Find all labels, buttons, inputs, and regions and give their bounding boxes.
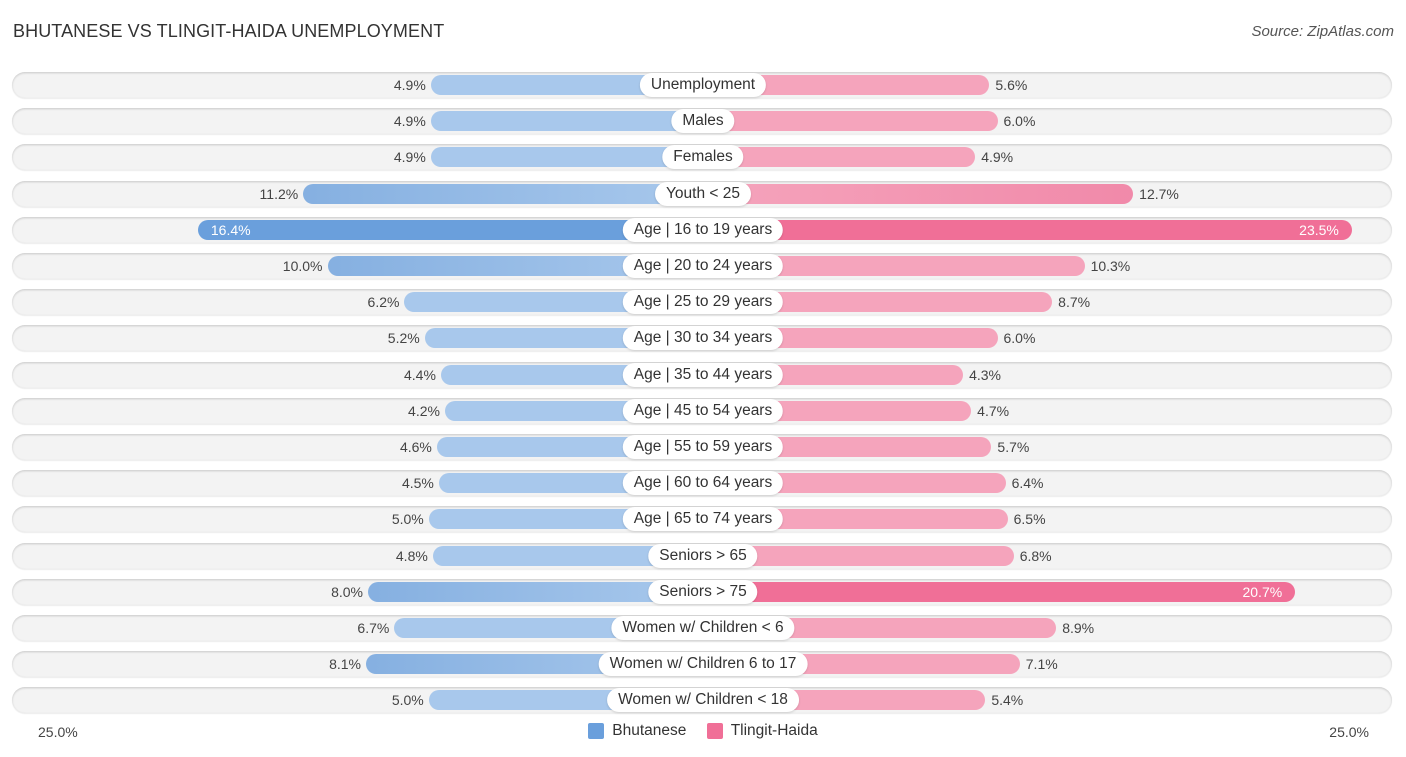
category-label: Females	[662, 145, 744, 170]
value-label-bhutanese: 4.9%	[393, 77, 426, 93]
bar-tlingit-haida[interactable]	[703, 183, 1134, 204]
bar-tlingit-haida[interactable]	[703, 147, 976, 168]
category-label: Seniors > 65	[648, 543, 758, 568]
value-label-bhutanese: 4.9%	[393, 149, 426, 166]
bar-bhutanese[interactable]	[303, 183, 703, 204]
legend-label-tlingit-haida: Tlingit-Haida	[730, 722, 818, 739]
bar-tlingit-haida[interactable]	[703, 581, 1296, 602]
category-label: Age | 65 to 74 years	[622, 507, 784, 532]
category-label: Unemployment	[639, 73, 767, 97]
category-label: Age | 30 to 34 years	[622, 326, 784, 351]
value-label-tlingit-haida: 12.7%	[1139, 185, 1179, 202]
value-label-tlingit-haida: 20.7%	[1242, 583, 1283, 600]
value-label-bhutanese: 16.4%	[210, 221, 251, 238]
category-label: Women w/ Children < 18	[607, 688, 799, 713]
value-label-bhutanese: 5.2%	[387, 330, 420, 347]
value-label-bhutanese: 5.0%	[391, 692, 424, 709]
value-label-tlingit-haida: 8.7%	[1058, 294, 1091, 311]
value-label-tlingit-haida: 4.3%	[969, 366, 1001, 383]
category-label: Youth < 25	[655, 181, 751, 206]
legend-label-bhutanese: Bhutanese	[612, 722, 687, 739]
category-label: Women w/ Children 6 to 17	[598, 652, 808, 677]
value-label-tlingit-haida: 8.9%	[1062, 620, 1095, 636]
category-label: Age | 25 to 29 years	[622, 290, 784, 315]
value-label-bhutanese: 4.5%	[401, 475, 434, 492]
value-label-tlingit-haida: 4.9%	[981, 149, 1014, 166]
category-label: Age | 60 to 64 years	[622, 471, 784, 496]
value-label-tlingit-haida: 23.5%	[1299, 221, 1339, 238]
legend-item-tlingit-haida[interactable]: Tlingit-Haida	[706, 722, 818, 740]
value-label-tlingit-haida: 6.5%	[1013, 511, 1046, 528]
diverging-bar-chart: 4.9% 5.6% Unemployment 4.9% 6.0% Males 4.9% 4.9…	[0, 0, 1406, 757]
value-label-tlingit-haida: 7.1%	[1025, 656, 1058, 673]
value-label-bhutanese: 4.9%	[393, 113, 426, 130]
category-label: Age | 35 to 44 years	[622, 362, 784, 387]
value-label-bhutanese: 4.4%	[403, 366, 436, 383]
legend-swatch-bhutanese	[588, 723, 605, 739]
value-label-bhutanese: 5.0%	[391, 511, 424, 528]
bar-bhutanese[interactable]	[430, 111, 703, 132]
value-label-tlingit-haida: 6.8%	[1019, 547, 1052, 564]
value-label-bhutanese: 11.2%	[259, 185, 299, 202]
category-label: Seniors > 75	[648, 579, 758, 604]
bar-tlingit-haida[interactable]	[703, 111, 998, 132]
value-label-bhutanese: 6.2%	[367, 294, 400, 311]
value-label-tlingit-haida: 10.3%	[1090, 258, 1131, 274]
value-label-tlingit-haida: 6.0%	[1003, 113, 1036, 130]
category-label: Age | 16 to 19 years	[622, 217, 784, 242]
value-label-tlingit-haida: 5.7%	[997, 439, 1030, 455]
category-label: Women w/ Children < 6	[611, 616, 795, 640]
value-label-tlingit-haida: 5.6%	[995, 77, 1028, 93]
value-label-tlingit-haida: 4.7%	[977, 402, 1010, 419]
legend-item-bhutanese[interactable]: Bhutanese	[588, 722, 686, 740]
legend: Bhutanese Tlingit-Haida	[0, 722, 1406, 744]
value-label-tlingit-haida: 6.4%	[1011, 475, 1044, 492]
category-label: Males	[671, 109, 735, 134]
value-label-bhutanese: 8.1%	[329, 656, 361, 673]
bar-tlingit-haida[interactable]	[703, 219, 1352, 240]
value-label-bhutanese: 10.0%	[282, 258, 323, 274]
value-label-bhutanese: 6.7%	[357, 620, 390, 636]
value-label-bhutanese: 8.0%	[331, 583, 363, 600]
value-label-tlingit-haida: 6.0%	[1003, 330, 1036, 347]
category-label: Age | 20 to 24 years	[622, 254, 784, 278]
value-label-tlingit-haida: 5.4%	[991, 692, 1024, 709]
category-label: Age | 55 to 59 years	[622, 435, 784, 459]
category-label: Age | 45 to 54 years	[622, 398, 784, 423]
value-label-bhutanese: 4.2%	[408, 402, 440, 419]
value-label-bhutanese: 4.8%	[395, 547, 428, 564]
legend-swatch-tlingit-haida	[706, 723, 723, 739]
value-label-bhutanese: 4.6%	[399, 439, 432, 455]
